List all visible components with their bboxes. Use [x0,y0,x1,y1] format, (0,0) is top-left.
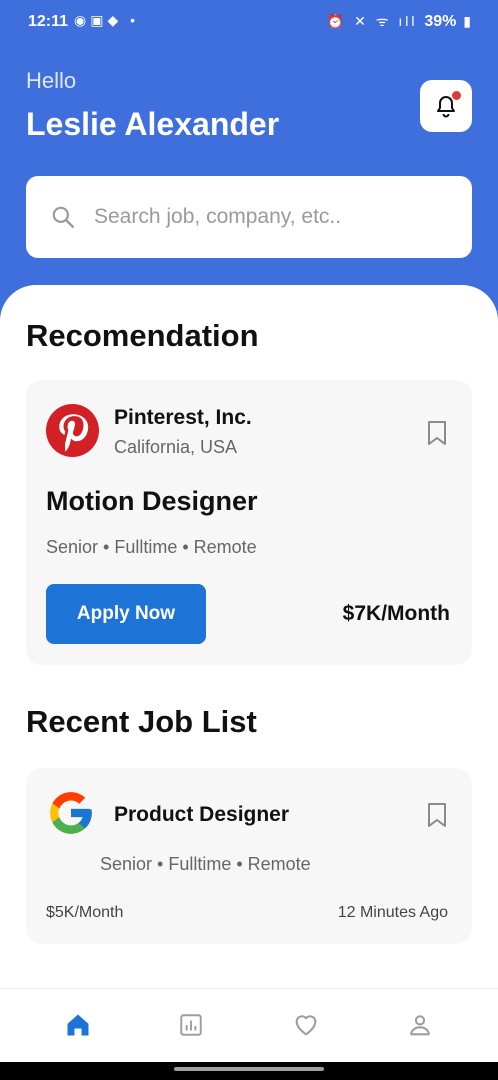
greeting: Hello [26,68,77,93]
stats-icon [180,1014,202,1036]
apply-now-button[interactable]: Apply Now [46,584,206,644]
notification-button[interactable] [420,80,472,132]
recent-job-salary: $5K/Month [46,904,124,921]
bottom-nav [0,988,498,1062]
job-title: Motion Designer [46,486,258,516]
bookmark-icon[interactable] [426,420,448,446]
google-logo-icon [50,792,92,834]
pinterest-logo-icon [46,404,99,457]
recent-job-title: Product Designer [114,803,290,826]
search-bar[interactable] [26,176,472,258]
nav-stats[interactable] [177,1011,205,1039]
nav-favorites[interactable] [292,1011,320,1039]
notification-icons: ◉▣◆ • [74,12,140,28]
job-salary: $7K/Month [342,602,450,625]
company-location: California, USA [114,437,238,457]
username: Leslie Alexander [26,106,280,142]
home-icon [67,1014,89,1036]
battery-level: 39% [424,13,457,30]
profile-icon [410,1015,430,1036]
system-navigation-bar [0,1062,498,1080]
nav-profile[interactable] [406,1011,434,1039]
company-name: Pinterest, Inc. [114,406,252,429]
recent-job-posted-time: 12 Minutes Ago [337,904,448,921]
heart-icon [295,1015,317,1036]
notification-dot [452,91,461,100]
status-time: 12:11 [28,13,69,30]
recommendation-title: Recomendation [26,318,259,353]
home-gesture-pill[interactable] [174,1067,324,1071]
system-icons: ⏰ ✕ ᯤ ıll 39% ▮ [326,13,474,30]
job-tags: Senior • Fulltime • Remote [46,537,257,557]
recommendation-card[interactable]: Pinterest, Inc. California, USA Motion D… [26,380,472,665]
bookmark-icon[interactable] [426,802,448,828]
nav-home[interactable] [64,1011,92,1039]
recent-job-tags: Senior • Fulltime • Remote [100,854,311,874]
recent-jobs-title: Recent Job List [26,704,257,739]
search-icon [52,206,74,228]
search-input[interactable] [94,205,424,229]
recent-job-card[interactable]: Product Designer Senior • Fulltime • Rem… [26,768,472,944]
status-bar: 12:11 ◉▣◆ • ⏰ ✕ ᯤ ıll 39% ▮ [0,0,498,38]
